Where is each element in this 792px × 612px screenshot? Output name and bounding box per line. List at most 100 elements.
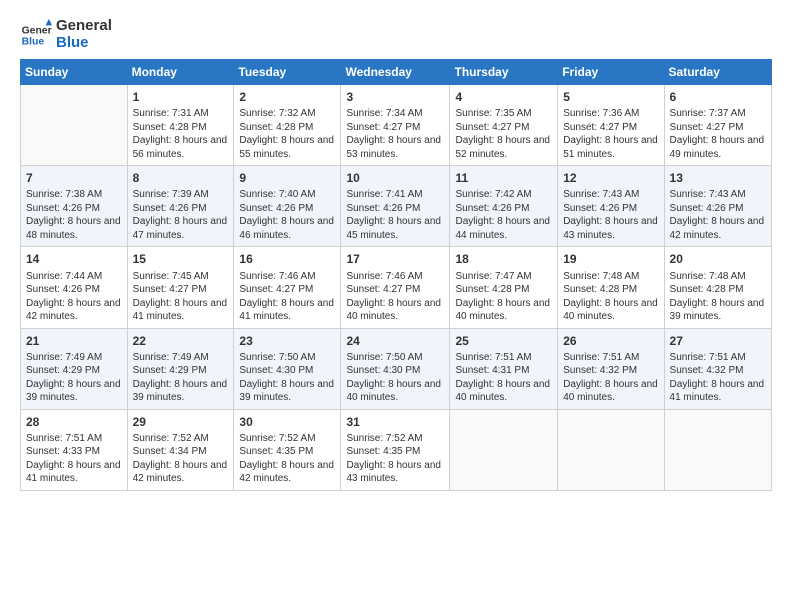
calendar-cell: 1Sunrise: 7:31 AMSunset: 4:28 PMDaylight… [127,85,234,166]
calendar-week-5: 28Sunrise: 7:51 AMSunset: 4:33 PMDayligh… [21,409,772,490]
daylight: Daylight: 8 hours and 41 minutes. [133,298,228,323]
day-number: 23 [239,333,335,349]
calendar-cell: 3 Sunrise: 7:34 AM Sunset: 4:27 PM Daylight… [341,85,450,166]
day-number: 30 [239,414,335,430]
calendar-cell: 28Sunrise: 7:51 AMSunset: 4:33 PMDayligh… [21,409,128,490]
sunset: Sunset: 4:28 PM [239,122,313,133]
daylight: Daylight: 8 hours and 47 minutes. [133,216,228,241]
day-header-friday: Friday [558,60,664,85]
sunset: Sunset: 4:35 PM [346,446,420,457]
sunrise: Sunrise: 7:43 AM [563,189,639,200]
day-header-monday: Monday [127,60,234,85]
sunrise: Sunrise: 7:51 AM [26,433,102,444]
sunrise: Sunrise: 7:50 AM [346,352,422,363]
calendar-cell: 26Sunrise: 7:51 AMSunset: 4:32 PMDayligh… [558,328,664,409]
sunset: Sunset: 4:28 PM [455,284,529,295]
sunset: Sunset: 4:26 PM [133,203,207,214]
daylight: Daylight: 8 hours and 52 minutes. [455,135,550,160]
daylight: Daylight: 8 hours and 48 minutes. [26,216,121,241]
sunset: Sunset: 4:28 PM [670,284,744,295]
calendar: SundayMondayTuesdayWednesdayThursdayFrid… [20,59,772,491]
sunrise: Sunrise: 7:34 AM [346,108,422,119]
day-number: 27 [670,333,766,349]
sunset: Sunset: 4:26 PM [563,203,637,214]
calendar-cell: 23Sunrise: 7:50 AMSunset: 4:30 PMDayligh… [234,328,341,409]
day-number: 14 [26,251,122,267]
daylight: Daylight: 8 hours and 56 minutes. [133,135,228,160]
sunrise: Sunrise: 7:52 AM [133,433,209,444]
sunrise: Sunrise: 7:41 AM [346,189,422,200]
sunrise: Sunrise: 7:31 AM [133,108,209,119]
sunset: Sunset: 4:26 PM [26,203,100,214]
calendar-cell: 12 Sunrise: 7:43 AM Sunset: 4:26 PM Dayligh… [558,166,664,247]
day-number: 11 [455,170,552,186]
sunrise: Sunrise: 7:43 AM [670,189,746,200]
sunset: Sunset: 4:28 PM [133,122,207,133]
calendar-header-row: SundayMondayTuesdayWednesdayThursdayFrid… [21,60,772,85]
daylight: Daylight: 8 hours and 41 minutes. [670,379,765,404]
sunrise: Sunrise: 7:46 AM [239,271,315,282]
sunset: Sunset: 4:26 PM [670,203,744,214]
sunrise: Sunrise: 7:51 AM [670,352,746,363]
day-number: 19 [563,251,658,267]
sunrise: Sunrise: 7:51 AM [563,352,639,363]
calendar-week-1: 1Sunrise: 7:31 AMSunset: 4:28 PMDaylight… [21,85,772,166]
day-number: 10 [346,170,444,186]
sunrise: Sunrise: 7:46 AM [346,271,422,282]
calendar-week-4: 21Sunrise: 7:49 AMSunset: 4:29 PMDayligh… [21,328,772,409]
sunrise: Sunrise: 7:36 AM [563,108,639,119]
calendar-cell [558,409,664,490]
daylight: Daylight: 8 hours and 39 minutes. [239,379,334,404]
calendar-cell: 7Sunrise: 7:38 AMSunset: 4:26 PMDaylight… [21,166,128,247]
daylight: Daylight: 8 hours and 40 minutes. [346,379,441,404]
daylight: Daylight: 8 hours and 41 minutes. [26,460,121,485]
sunset: Sunset: 4:29 PM [26,365,100,376]
calendar-cell [21,85,128,166]
sunrise: Sunrise: 7:52 AM [346,433,422,444]
sunrise: Sunrise: 7:51 AM [455,352,531,363]
day-number: 31 [346,414,444,430]
logo-blue: Blue [56,35,112,52]
daylight: Daylight: 8 hours and 44 minutes. [455,216,550,241]
calendar-cell: 19Sunrise: 7:48 AMSunset: 4:28 PMDayligh… [558,247,664,328]
calendar-cell: 31 Sunrise: 7:52 AM Sunset: 4:35 PM Dayligh… [341,409,450,490]
day-number: 3 [346,89,444,105]
calendar-cell: 10 Sunrise: 7:41 AM Sunset: 4:26 PM Dayligh… [341,166,450,247]
sunset: Sunset: 4:27 PM [670,122,744,133]
daylight: Daylight: 8 hours and 43 minutes. [346,460,441,485]
sunrise: Sunrise: 7:42 AM [455,189,531,200]
daylight: Daylight: 8 hours and 43 minutes. [563,216,658,241]
sunset: Sunset: 4:34 PM [133,446,207,457]
day-header-sunday: Sunday [21,60,128,85]
day-number: 12 [563,170,658,186]
daylight: Daylight: 8 hours and 55 minutes. [239,135,334,160]
sunset: Sunset: 4:30 PM [239,365,313,376]
daylight: Daylight: 8 hours and 53 minutes. [346,135,441,160]
calendar-cell: 22Sunrise: 7:49 AMSunset: 4:29 PMDayligh… [127,328,234,409]
sunset: Sunset: 4:26 PM [239,203,313,214]
sunset: Sunset: 4:32 PM [563,365,637,376]
sunset: Sunset: 4:26 PM [346,203,420,214]
sunset: Sunset: 4:35 PM [239,446,313,457]
calendar-cell: 20Sunrise: 7:48 AMSunset: 4:28 PMDayligh… [664,247,771,328]
sunrise: Sunrise: 7:39 AM [133,189,209,200]
sunrise: Sunrise: 7:40 AM [239,189,315,200]
calendar-cell: 27Sunrise: 7:51 AMSunset: 4:32 PMDayligh… [664,328,771,409]
sunrise: Sunrise: 7:35 AM [455,108,531,119]
sunset: Sunset: 4:27 PM [455,122,529,133]
sunrise: Sunrise: 7:44 AM [26,271,102,282]
daylight: Daylight: 8 hours and 45 minutes. [346,216,441,241]
calendar-cell: 21Sunrise: 7:49 AMSunset: 4:29 PMDayligh… [21,328,128,409]
daylight: Daylight: 8 hours and 51 minutes. [563,135,658,160]
calendar-cell: 9Sunrise: 7:40 AMSunset: 4:26 PMDaylight… [234,166,341,247]
logo: General Blue General Blue [20,18,112,51]
day-number: 6 [670,89,766,105]
calendar-cell: 11Sunrise: 7:42 AMSunset: 4:26 PMDayligh… [450,166,558,247]
sunset: Sunset: 4:27 PM [346,122,420,133]
day-number: 5 [563,89,658,105]
sunrise: Sunrise: 7:48 AM [670,271,746,282]
day-header-thursday: Thursday [450,60,558,85]
day-number: 25 [455,333,552,349]
daylight: Daylight: 8 hours and 39 minutes. [133,379,228,404]
sunrise: Sunrise: 7:47 AM [455,271,531,282]
